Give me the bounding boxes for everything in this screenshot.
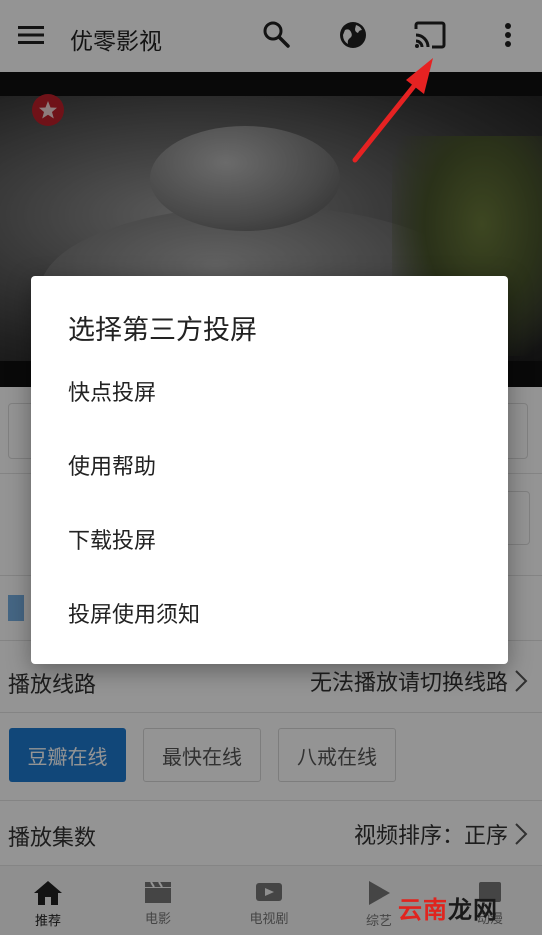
site-watermark: 云南 龙网	[398, 885, 526, 929]
dialog-title: 选择第三方投屏	[68, 315, 257, 346]
dialog-item-download-cast[interactable]: 下载投屏	[68, 520, 468, 564]
dialog-item-help[interactable]: 使用帮助	[68, 446, 468, 490]
watermark-prefix: 云南	[398, 895, 448, 924]
watermark-suffix: 龙网	[448, 895, 498, 924]
cast-selection-dialog: 选择第三方投屏 快点投屏 使用帮助 下载投屏 投屏使用须知	[31, 276, 508, 664]
dialog-item-cast-notice[interactable]: 投屏使用须知	[68, 594, 468, 638]
dialog-item-quick-cast[interactable]: 快点投屏	[68, 372, 468, 416]
